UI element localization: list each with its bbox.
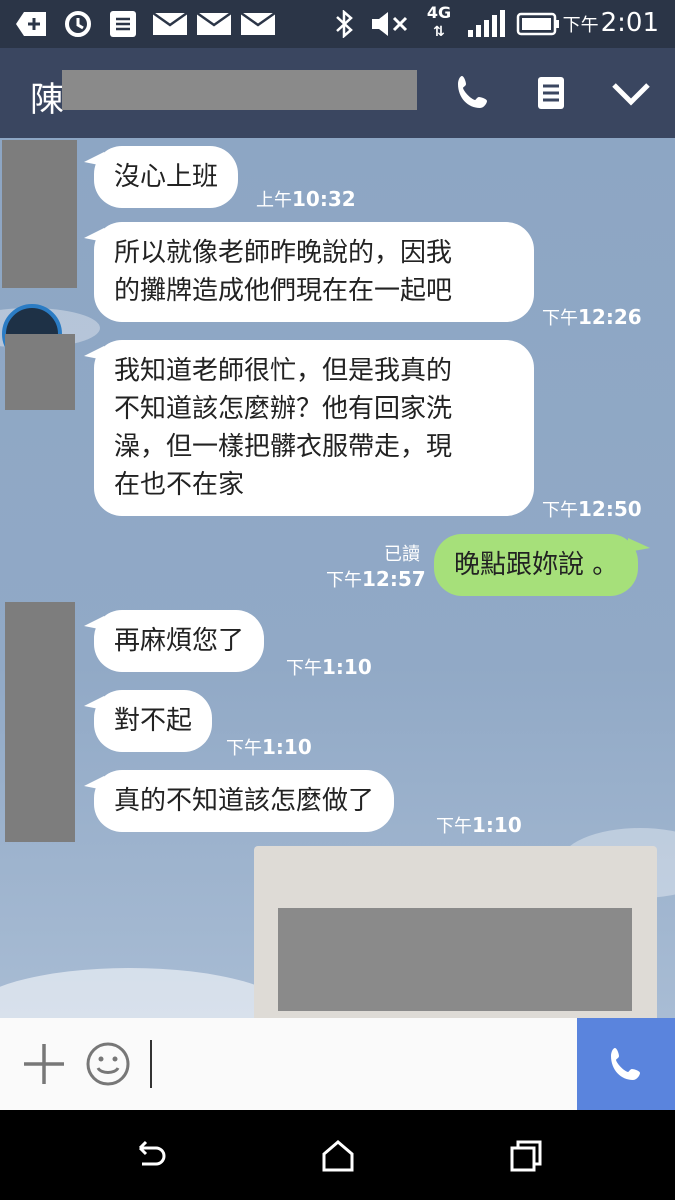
network-type: 4G [426,3,452,22]
time-period: 下午 [286,658,322,679]
image-message[interactable] [254,846,657,1018]
message-text: 對不起 [114,706,193,736]
message-bubble-outgoing[interactable]: 晚點跟妳說 。 [434,534,651,596]
mail-icon [152,11,188,35]
message-timestamp: 下午1:10 [436,812,522,838]
message-text: 晚點跟妳說 。 [454,550,619,580]
chat-header: 陳 [0,48,675,138]
time-period: 上午 [256,190,292,211]
message-bubble-incoming[interactable]: 真的不知道該怎麼做了 [83,770,395,832]
sync-icon [65,11,91,37]
avatar[interactable] [2,140,77,288]
battery-icon [516,12,559,36]
avatar[interactable] [5,602,75,842]
chat-area[interactable]: 沒心上班 上午10:32 所以就像老師昨晚說的，因我 的攤牌造成他們現在在一起吧… [0,138,675,1018]
time-period: 下午 [542,500,578,521]
back-icon[interactable] [130,1136,170,1176]
time-value: 1:10 [322,655,372,679]
message-timestamp: 下午12:57 [326,566,426,592]
menu-icon[interactable] [528,70,574,116]
plus-icon[interactable] [20,1040,68,1088]
message-bubble-incoming[interactable]: 我知道老師很忙，但是我真的 不知道該怎麼辦？他有回家洗 澡，但一樣把髒衣服帶走，… [84,340,534,516]
status-bar: 4G ⇅ 下午2:01 [0,0,675,48]
message-timestamp: 下午12:50 [542,496,642,522]
redacted-name [62,70,417,110]
message-timestamp: 下午1:10 [286,654,372,680]
call-button[interactable] [577,1018,675,1110]
signal-icon [468,10,505,37]
message-timestamp: 上午10:32 [256,186,356,212]
emoji-icon[interactable] [84,1040,132,1088]
time-value: 12:57 [362,567,426,591]
avatar[interactable] [5,334,75,410]
message-bubble-incoming[interactable]: 沒心上班 [83,146,239,208]
recents-icon[interactable] [506,1136,546,1176]
time-period: 下午 [542,308,578,329]
time-value: 1:10 [262,735,312,759]
add-icon [16,12,46,36]
time-value: 12:26 [578,305,642,329]
time-value: 1:10 [472,813,522,837]
status-time: 下午2:01 [563,8,659,38]
message-bubble-incoming[interactable]: 對不起 [83,690,213,752]
message-input[interactable] [150,1040,152,1088]
message-timestamp: 下午12:26 [542,304,642,330]
chevron-down-icon[interactable] [608,70,654,116]
contact-name[interactable]: 陳 [30,72,64,121]
message-bubble-incoming[interactable]: 所以就像老師昨晚說的，因我 的攤牌造成他們現在在一起吧 [84,222,534,322]
bluetooth-icon [336,10,353,38]
mute-icon [372,12,408,36]
note-icon [110,11,136,37]
message-text: 沒心上班 [114,162,219,192]
call-icon [611,1048,640,1080]
time-value: 2:01 [600,8,659,38]
time-period: 下午 [562,15,599,36]
message-text: 真的不知道該怎麼做了 [114,786,375,816]
message-line: 不知道該怎麼辦？他有回家洗 [114,394,453,424]
message-line: 我知道老師很忙，但是我真的 [114,356,453,386]
message-timestamp: 下午1:10 [226,734,312,760]
message-line: 所以就像老師昨晚說的，因我 [114,238,453,268]
time-period: 下午 [326,570,362,591]
home-icon[interactable] [318,1136,358,1176]
message-line: 的攤牌造成他們現在在一起吧 [114,276,453,306]
time-period: 下午 [436,816,472,837]
redacted-image [278,908,632,1011]
input-bar [0,1018,675,1110]
navigation-bar [0,1110,675,1200]
read-receipt: 已讀 [384,544,420,565]
time-value: 12:50 [578,497,642,521]
time-period: 下午 [226,738,262,759]
message-line: 在也不在家 [114,470,245,500]
phone-icon[interactable] [450,70,496,116]
message-text: 再麻煩您了 [114,626,245,656]
mail-icon [240,11,276,35]
mail-icon [196,11,232,35]
time-value: 10:32 [292,187,356,211]
message-bubble-incoming[interactable]: 再麻煩您了 [83,610,265,672]
4g-icon: 4G ⇅ [426,3,452,41]
message-line: 澡，但一樣把髒衣服帶走，現 [114,432,453,462]
